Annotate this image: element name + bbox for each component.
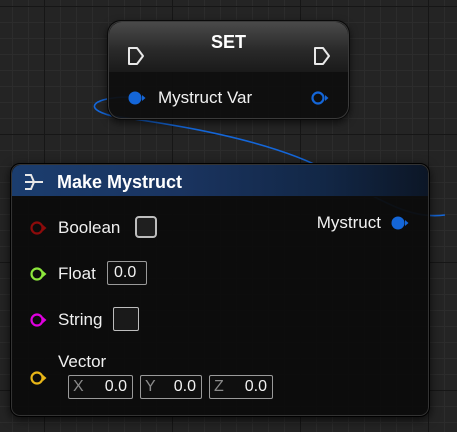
float-pin-icon[interactable]	[29, 266, 47, 282]
string-pin-icon[interactable]	[29, 312, 47, 328]
exec-in-pin-icon[interactable]	[126, 46, 146, 66]
float-input[interactable]: 0.0	[107, 261, 147, 285]
string-input[interactable]	[113, 307, 139, 331]
vector-x-axis-label: X	[73, 378, 84, 395]
string-label: String	[58, 310, 103, 329]
boolean-label: Boolean	[58, 218, 121, 237]
vector-pin-icon[interactable]	[29, 370, 47, 386]
vector-z-value: 0.0	[244, 378, 267, 395]
set-node[interactable]: SET Mystruct Var	[107, 20, 350, 120]
exec-out-pin-icon[interactable]	[312, 46, 332, 66]
vector-y-input[interactable]: Y 0.0	[140, 375, 202, 399]
mystruct-output-label: Mystruct	[316, 213, 381, 232]
set-output-pin-icon[interactable]	[309, 90, 329, 106]
vector-y-axis-label: Y	[145, 378, 156, 395]
make-node-header[interactable]: Make Mystruct	[12, 165, 428, 197]
make-struct-icon	[25, 174, 43, 190]
make-node-title: Make Mystruct	[57, 172, 183, 192]
mystruct-output-pin-icon[interactable]	[389, 215, 409, 231]
vector-label: Vector	[58, 352, 107, 371]
mystruct-var-input-pin-icon[interactable]	[126, 90, 146, 106]
vector-z-input[interactable]: Z 0.0	[209, 375, 273, 399]
boolean-checkbox[interactable]	[135, 216, 157, 238]
float-label: Float	[58, 264, 96, 283]
make-mystruct-node[interactable]: Make Mystruct Mystruct Boolean Float 0.0…	[10, 163, 430, 417]
float-value: 0.0	[114, 264, 137, 281]
vector-z-axis-label: Z	[214, 378, 224, 395]
boolean-pin-icon[interactable]	[29, 220, 47, 236]
vector-y-value: 0.0	[173, 378, 196, 395]
vector-x-value: 0.0	[104, 378, 127, 395]
vector-x-input[interactable]: X 0.0	[68, 375, 133, 399]
mystruct-var-label: Mystruct Var	[158, 88, 253, 107]
